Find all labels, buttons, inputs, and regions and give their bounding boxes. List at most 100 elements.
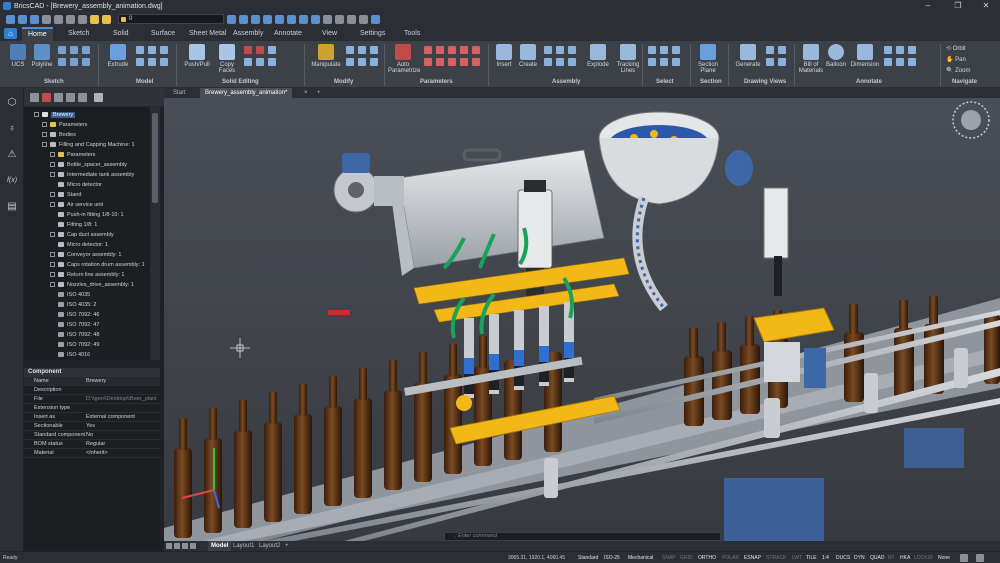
tree-item[interactable]: Conveyor assembly: 1 [50, 250, 121, 260]
centerline-icon[interactable] [896, 58, 904, 66]
leader-icon[interactable] [896, 46, 904, 54]
status-snap[interactable]: SNAP [662, 554, 676, 562]
property-row[interactable]: Material <Inherit> [24, 449, 160, 458]
mirror-icon[interactable] [370, 46, 378, 54]
sphere-icon[interactable] [160, 46, 168, 54]
status-scale[interactable]: 1:4 [822, 554, 829, 562]
tree-item[interactable]: Caps rotation drum assembly: 1 [50, 260, 145, 270]
first-layout-icon[interactable] [166, 543, 172, 549]
shell-icon[interactable] [268, 46, 276, 54]
polyline-button[interactable]: Polyline [30, 44, 54, 68]
tab-assembly[interactable]: Assembly [227, 27, 269, 41]
constraint-coincident-icon[interactable] [424, 46, 432, 54]
customize-icon[interactable] [976, 554, 984, 562]
app-menu-icon[interactable]: ⌂ [4, 28, 17, 39]
push-pull-button[interactable]: Push/Pull [182, 44, 212, 68]
tree-item[interactable]: ISO 4035 [58, 290, 90, 300]
markup-icon[interactable] [908, 58, 916, 66]
tree-item[interactable]: Stand [50, 190, 81, 200]
update-views-icon[interactable] [778, 58, 786, 66]
status-polar[interactable]: POLAR [722, 554, 739, 562]
tree-item[interactable]: Fitting 1/8: 1 [58, 220, 97, 230]
cylinder-icon[interactable] [148, 46, 156, 54]
constraint-parallel-icon[interactable] [436, 46, 444, 54]
tree-item[interactable]: Parameters [42, 120, 87, 130]
view-iso-icon[interactable] [311, 14, 320, 24]
settings-icon[interactable] [960, 554, 968, 562]
tree-item[interactable]: Bottle_spacer_assembly [50, 160, 127, 170]
model-viewport[interactable] [164, 98, 1000, 541]
status-hka[interactable]: HKA [900, 554, 910, 562]
status-text-style[interactable]: Standard [578, 554, 598, 562]
tab-sketch[interactable]: Sketch [62, 27, 95, 41]
property-row[interactable]: Sectionable Yes [24, 422, 160, 431]
constraint-perpendicular-icon[interactable] [448, 46, 456, 54]
tab-tools[interactable]: Tools [398, 27, 426, 41]
hatch-icon[interactable] [884, 58, 892, 66]
subtract-icon[interactable] [256, 58, 264, 66]
tree-item[interactable]: Push-in fitting 1/8-10: 1 [58, 210, 124, 220]
tracking-lines-button[interactable]: Tracking Lines [614, 44, 642, 74]
scale-icon[interactable] [370, 58, 378, 66]
extrude-button[interactable]: Extrude [104, 44, 132, 68]
copy-icon[interactable] [346, 58, 354, 66]
sweep-icon[interactable] [148, 58, 156, 66]
select-fillets-icon[interactable] [660, 58, 668, 66]
previous-layout-icon[interactable] [174, 543, 180, 549]
status-rt[interactable]: RT [888, 554, 895, 562]
section-view-icon[interactable] [778, 46, 786, 54]
materials-icon[interactable] [359, 14, 368, 24]
property-row[interactable]: Insert as External component [24, 413, 160, 422]
status-tile[interactable]: TILE [806, 554, 817, 562]
ucs-button[interactable]: UCS [6, 44, 30, 68]
line-icon[interactable] [58, 46, 66, 54]
constraint-fix-icon[interactable] [472, 46, 480, 54]
visual-style-icon[interactable] [335, 14, 344, 24]
constraint-equal-icon[interactable] [460, 58, 468, 66]
tree-item[interactable]: Parameters [50, 150, 95, 160]
view-right-icon[interactable] [299, 14, 308, 24]
layer-isolate-icon[interactable] [251, 14, 260, 24]
properties-heading[interactable]: Component [24, 368, 160, 377]
create-button[interactable]: Create [516, 44, 540, 68]
parameters-panel-icon[interactable]: f(x) [5, 174, 19, 188]
zoom-button[interactable]: 🔍 Zoom [946, 67, 970, 74]
tree-item[interactable]: ISO 4035: 2 [58, 300, 96, 310]
status-lockui[interactable]: LOCKUI [914, 554, 933, 562]
match-layer-icon[interactable] [227, 14, 236, 24]
pan-button[interactable]: ✋ Pan [946, 56, 966, 63]
render-icon[interactable] [323, 14, 332, 24]
doc-tab-start[interactable]: Start [168, 88, 191, 98]
tree-item[interactable]: Micro detector [58, 180, 102, 190]
detail-view-icon[interactable] [766, 58, 774, 66]
library-panel-icon[interactable]: ▤ [5, 200, 19, 214]
edit-in-place-icon[interactable] [568, 46, 576, 54]
mechanical-browser-icon[interactable] [544, 58, 552, 66]
minimize-button[interactable]: – [916, 0, 940, 12]
projection-view-icon[interactable] [766, 46, 774, 54]
tree-item[interactable]: Nozzles_drive_assembly: 1 [50, 280, 134, 290]
bill-of-materials-button[interactable]: Bill of Materials [798, 44, 824, 74]
configurations-icon[interactable] [30, 93, 39, 102]
tab-layout1[interactable]: Layout1 [230, 541, 257, 551]
close-tab-icon[interactable]: × [304, 88, 308, 98]
layer-previous-icon[interactable] [239, 14, 248, 24]
tree-item[interactable]: Cap duct assembly [50, 230, 114, 240]
spline-icon[interactable] [70, 58, 78, 66]
rectangle-icon[interactable] [58, 58, 66, 66]
tab-annotate[interactable]: Annotate [268, 27, 308, 41]
print-icon[interactable] [54, 14, 63, 24]
status-ducs[interactable]: DUCS [836, 554, 850, 562]
select-features-icon[interactable] [672, 58, 680, 66]
tab-solid[interactable]: Solid [107, 27, 135, 41]
next-layout-icon[interactable] [182, 543, 188, 549]
status-quad[interactable]: QUAD [870, 554, 884, 562]
revolve-icon[interactable] [136, 58, 144, 66]
status-dyn[interactable]: DYN [854, 554, 865, 562]
view-front-icon[interactable] [287, 14, 296, 24]
component-properties-icon[interactable] [556, 58, 564, 66]
arc-icon[interactable] [82, 46, 90, 54]
property-row[interactable]: Extension type [24, 404, 160, 413]
layer-bulb-icon[interactable] [90, 14, 99, 24]
intersect-icon[interactable] [268, 58, 276, 66]
